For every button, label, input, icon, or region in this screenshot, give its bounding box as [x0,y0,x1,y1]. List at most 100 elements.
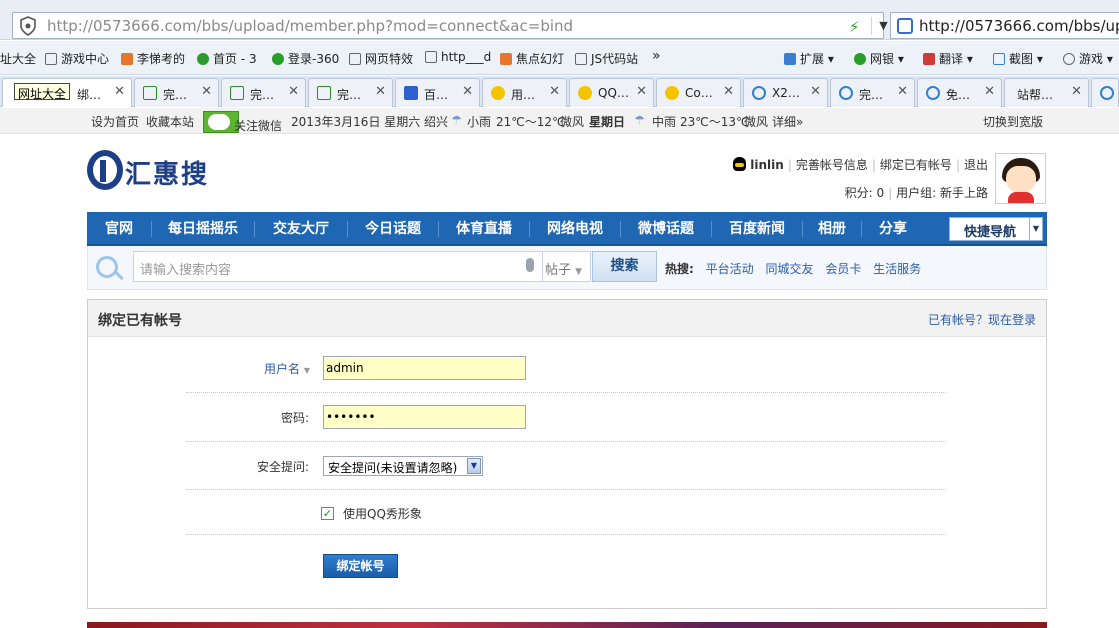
close-icon[interactable]: ✕ [636,84,647,99]
fav-item[interactable]: 李悌考的 [121,50,185,67]
complete-info-link[interactable]: 完善帐号信息 [796,158,868,172]
logout-link[interactable]: 退出 [964,158,988,172]
tab-tooltip: 网址大全 [14,83,71,101]
rain-icon: ☂ [451,113,462,127]
username-type-select[interactable]: 用户名 ▼ [264,360,310,377]
tab-item[interactable]: 免… ✕ [917,78,1002,107]
tab-item[interactable] [1091,78,1119,107]
hot-search-link[interactable]: 同城交友 [765,262,813,276]
360-icon [197,53,209,65]
tab-item[interactable]: Co… ✕ [656,78,741,107]
tab-item[interactable]: X2… ✕ [743,78,828,107]
wechat-follow-button[interactable]: 关注微信 [203,111,282,133]
hot-search-link[interactable]: 生活服务 [873,262,921,276]
tab-item[interactable]: QQ… ✕ [569,78,654,107]
security-question-label: 安全提问: [257,460,310,474]
shield-icon [20,16,36,36]
username-field[interactable]: admin [323,356,526,380]
tab-item[interactable]: 百… ✕ [395,78,480,107]
nav-item-web-tv[interactable]: 网络电视 [530,212,620,246]
username-link[interactable]: linlin [750,158,784,172]
fav-item[interactable]: 游戏中心 [45,50,109,67]
quick-nav-button[interactable]: 快捷导航 ▼ [949,217,1043,241]
games-button[interactable]: 游戏 ▾ [1063,50,1113,67]
close-icon[interactable]: ✕ [462,84,473,99]
search-type-select[interactable]: 帖子 ▼ [543,251,591,282]
translate-button[interactable]: 翻译 ▾ [923,50,973,67]
nav-item-daily-shake[interactable]: 每日摇摇乐 [152,212,254,246]
nav-item-sports-live[interactable]: 体育直播 [439,212,529,246]
main-nav: 官网 每日摇摇乐 交友大厅 今日话题 体育直播 网络电视 微博话题 百度新闻 相… [87,212,1047,246]
nav-item-official[interactable]: 官网 [87,212,151,246]
page-icon [143,86,157,100]
security-question-select[interactable]: 安全提问(未设置请忽略) ▼ [323,456,483,476]
search-icon [96,256,118,278]
weather-details-link[interactable]: 详细» [772,113,803,130]
tab-item[interactable]: 用… ✕ [482,78,567,107]
login-now-link[interactable]: 已有帐号？现在登录 [928,311,1036,328]
close-icon[interactable]: ✕ [549,84,560,99]
tab-item[interactable]: 完… ✕ [134,78,219,107]
password-label: 密码: [281,411,310,425]
close-icon[interactable]: ✕ [288,84,299,99]
chevron-down-icon: ▼ [303,366,310,375]
tab-item[interactable]: 完… ✕ [308,78,393,107]
fav-item[interactable]: 网页特效 [349,50,413,67]
hot-search-link[interactable]: 会员卡 [825,262,861,276]
qq-show-label[interactable]: 使用QQ秀形象 [343,505,422,522]
fav-item[interactable]: JS代码站 [575,50,638,67]
close-icon[interactable]: ✕ [723,84,734,99]
chevron-down-icon: ▼ [467,458,481,474]
more-favorites-icon[interactable]: » [652,48,661,64]
tab-item[interactable]: 站帮… ✕ [1004,78,1089,107]
set-home-link[interactable]: 设为首页 [91,113,139,130]
close-icon[interactable]: ✕ [984,84,995,99]
ie-icon [839,86,853,100]
search-input[interactable]: 请输入搜索内容 [133,251,543,282]
avatar[interactable] [995,153,1046,204]
tab-item[interactable]: 完… ✕ [830,78,915,107]
baidu-paw-icon [404,86,418,100]
nav-item-share[interactable]: 分享 [862,212,924,246]
fav-item[interactable]: http___d [425,50,491,64]
bank-button[interactable]: 网银 ▾ [854,50,904,67]
close-icon[interactable]: ✕ [201,84,212,99]
close-icon[interactable]: ✕ [810,84,821,99]
qq-show-checkbox[interactable]: ✓ [321,507,334,520]
nav-item-today-topic[interactable]: 今日话题 [348,212,438,246]
screenshot-button[interactable]: 截图 ▾ [993,50,1043,67]
close-icon[interactable]: ✕ [897,84,908,99]
fav-item[interactable]: 址大全 [0,50,36,67]
fav-item[interactable]: 登录-360 [272,50,339,67]
bind-account-link[interactable]: 绑定已有帐号 [880,158,952,172]
close-icon[interactable]: ✕ [1071,84,1082,99]
nav-item-baidu-news[interactable]: 百度新闻 [712,212,802,246]
extensions-button[interactable]: 扩展 ▾ [784,50,834,67]
temp-tomorrow: 23℃～13℃ [680,115,750,129]
bookmark-link[interactable]: 收藏本站 [146,113,194,130]
fav-item[interactable]: 焦点幻灯 [500,50,564,67]
browser-search-field[interactable]: http://0573666.com/bbs/uploa [890,12,1119,39]
user-group-link[interactable]: 用户组: 新手上路 [896,186,988,200]
close-icon[interactable]: ✕ [375,84,386,99]
tab-item[interactable]: 完… ✕ [221,78,306,107]
bind-account-button[interactable]: 绑定帐号 [323,554,398,578]
nav-item-dating-hall[interactable]: 交友大厅 [255,212,347,246]
nav-item-album[interactable]: 相册 [803,212,861,246]
password-field[interactable]: ••••••• [323,405,526,429]
hot-search-link[interactable]: 平台活动 [706,262,754,276]
microphone-icon[interactable] [526,258,534,272]
nav-item-weibo-topic[interactable]: 微博话题 [621,212,711,246]
fav-item[interactable]: 首页 - 3 [197,50,257,67]
points-link[interactable]: 积分: 0 [845,186,885,200]
lightning-icon[interactable]: ⚡ [849,18,860,36]
divider: | [871,158,876,172]
screenshot-icon [993,53,1005,65]
site-logo[interactable]: 汇惠搜 [87,148,207,198]
search-button[interactable]: 搜索 [592,251,657,282]
logo-text: 汇惠搜 [125,160,210,190]
url-field[interactable]: http://0573666.com/bbs/upload/member.php… [12,12,888,39]
close-icon[interactable]: ✕ [114,84,125,99]
switch-wide-link[interactable]: 切换到宽版 [983,113,1043,130]
panel-title: 绑定已有帐号 [98,313,182,329]
